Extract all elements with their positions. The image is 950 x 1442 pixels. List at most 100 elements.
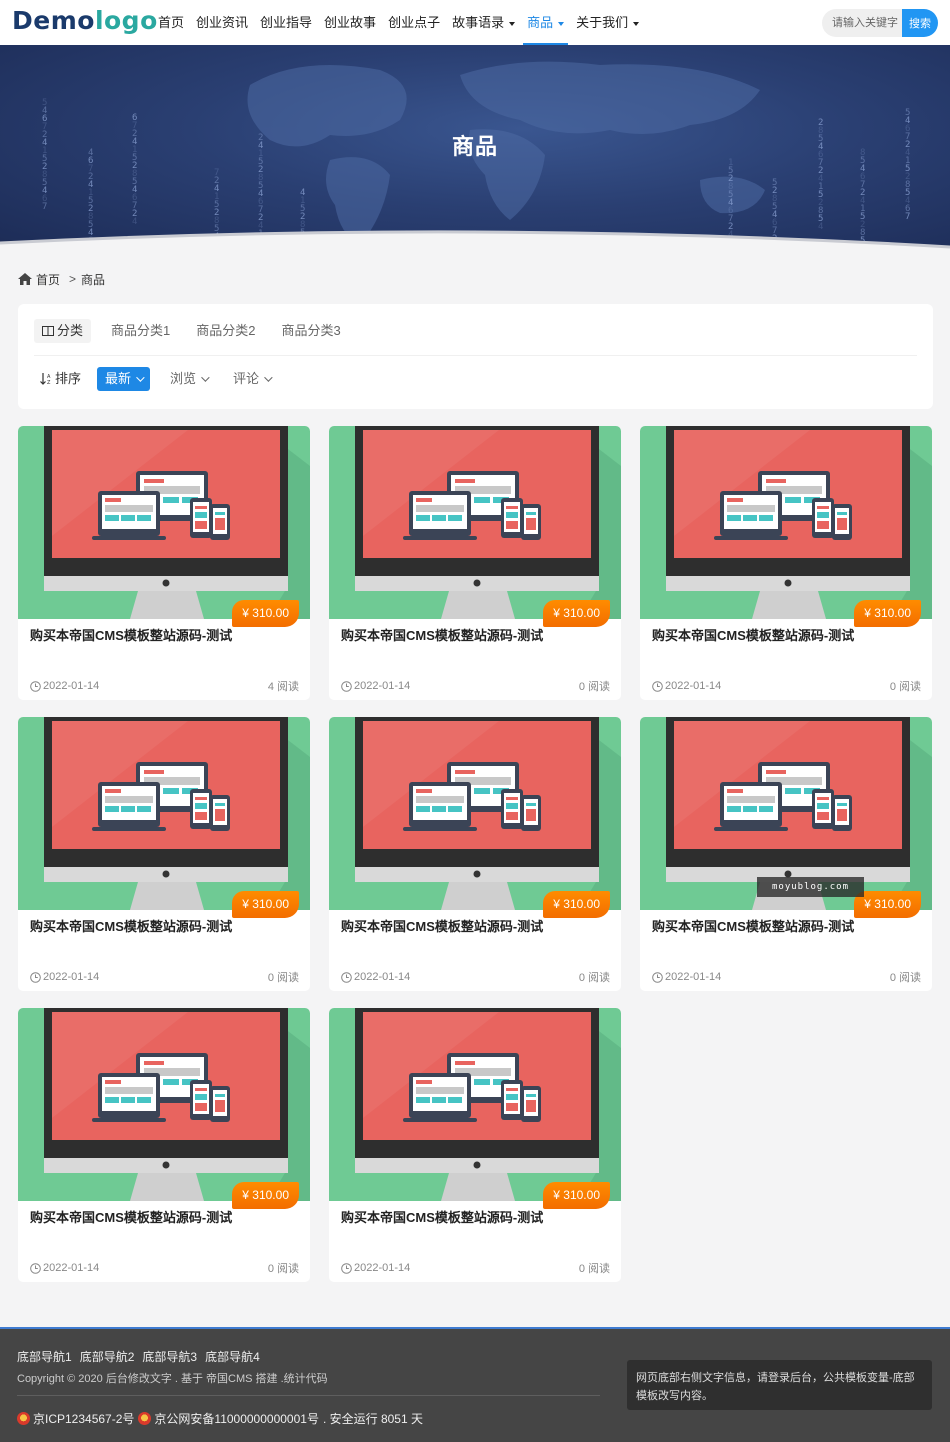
svg-text:Z: Z	[47, 380, 51, 385]
chevron-down-icon	[201, 373, 210, 382]
product-title[interactable]: 购买本帝国CMS模板整站源码-测试	[341, 1208, 571, 1227]
footer-nav-item-3[interactable]: 底部导航3	[142, 1348, 197, 1365]
search-button[interactable]: 搜索	[902, 9, 938, 37]
product-meta: 2022-01-14 4 阅读	[30, 678, 299, 694]
clock-icon	[30, 971, 41, 983]
page-title: 商品	[451, 134, 498, 159]
product-thumbnail	[329, 717, 621, 910]
footer-nav-item-1[interactable]: 底部导航1	[17, 1348, 72, 1365]
product-reads: 0 阅读	[578, 1263, 610, 1275]
product-card[interactable]: ¥ 310.00 购买本帝国CMS模板整站源码-测试 2022-01-14 0 阅读	[329, 717, 621, 991]
product-meta: 2022-01-14 0 阅读	[341, 969, 610, 985]
nav-item-5[interactable]: 创业点子	[382, 0, 446, 45]
footer-copyright: Copyright © 2020 后台修改文字 . 基于 帝国CMS 搭建 .统…	[17, 1373, 328, 1385]
sort-views-button[interactable]: 浏览	[164, 367, 213, 391]
breadcrumb-current: 商品	[81, 272, 106, 287]
filter-divider	[34, 355, 917, 356]
product-title[interactable]: 购买本帝国CMS模板整站源码-测试	[652, 917, 882, 936]
footer-side-note: 网页底部右侧文字信息，请登录后台，公共模板变量-底部模板改写内容。	[627, 1360, 932, 1410]
product-card[interactable]: ¥ 310.00 购买本帝国CMS模板整站源码-测试 2022-01-14 0 阅读 m…	[640, 717, 932, 991]
product-title[interactable]: 购买本帝国CMS模板整站源码-测试	[30, 626, 260, 645]
category-item-3[interactable]: 商品分类3	[275, 319, 346, 343]
watermark-badge: moyublog.com	[757, 877, 864, 897]
product-title[interactable]: 购买本帝国CMS模板整站源码-测试	[341, 626, 571, 645]
product-reads: 0 阅读	[578, 681, 610, 693]
price-badge: ¥ 310.00	[232, 891, 299, 918]
nav-item-8[interactable]: 关于我们	[570, 0, 645, 45]
product-title[interactable]: 购买本帝国CMS模板整站源码-测试	[341, 917, 571, 936]
clock-icon	[30, 680, 41, 692]
footer-icp: 京ICP1234567-2号 京公网安备11000000000001号 . 安全…	[17, 1410, 423, 1427]
emblem-icon	[17, 1412, 30, 1425]
nav-item-3[interactable]: 创业指导	[254, 0, 318, 45]
product-card[interactable]: ¥ 310.00 购买本帝国CMS模板整站源码-测试 2022-01-14 0 阅读	[18, 717, 310, 991]
footer-nav-item-2[interactable]: 底部导航2	[80, 1348, 135, 1365]
nav-item-4[interactable]: 创业故事	[318, 0, 382, 45]
filter-panel: 分类 商品分类1 商品分类2 商品分类3 A Z 排序 最新 浏览 评论	[18, 304, 933, 409]
product-date: 2022-01-14	[30, 969, 99, 985]
clock-icon	[652, 971, 663, 983]
product-meta: 2022-01-14 0 阅读	[30, 1260, 299, 1276]
caret-down-icon	[633, 21, 640, 26]
product-thumbnail	[18, 717, 310, 910]
product-reads: 0 阅读	[267, 972, 299, 984]
page-banner: 5467241528546746724152854672672415285467…	[0, 45, 950, 255]
product-title[interactable]: 购买本帝国CMS模板整站源码-测试	[652, 626, 882, 645]
product-date: 2022-01-14	[341, 969, 410, 985]
product-meta: 2022-01-14 0 阅读	[652, 969, 921, 985]
product-reads: 4 阅读	[267, 681, 299, 693]
breadcrumb: 首页 > 商品	[18, 270, 105, 288]
product-reads: 0 阅读	[578, 972, 610, 984]
category-item-1[interactable]: 商品分类1	[105, 319, 176, 343]
police-link[interactable]: 京公网安备11000000000001号	[154, 1410, 319, 1427]
price-badge: ¥ 310.00	[543, 891, 610, 918]
category-item-2[interactable]: 商品分类2	[190, 319, 261, 343]
nav-item-1[interactable]: 首页	[152, 0, 190, 45]
product-meta: 2022-01-14 0 阅读	[341, 1260, 610, 1276]
clock-icon	[341, 971, 352, 983]
product-date: 2022-01-14	[30, 678, 99, 694]
product-meta: 2022-01-14 0 阅读	[341, 678, 610, 694]
product-card[interactable]: ¥ 310.00 购买本帝国CMS模板整站源码-测试 2022-01-14 0 阅读	[329, 426, 621, 700]
search-input[interactable]	[822, 9, 902, 37]
chevron-down-icon	[264, 373, 273, 382]
price-badge: ¥ 310.00	[232, 600, 299, 627]
nav-item-7[interactable]: 商品	[521, 0, 570, 45]
clock-icon	[30, 1262, 41, 1274]
product-date: 2022-01-14	[341, 678, 410, 694]
product-card[interactable]: ¥ 310.00 购买本帝国CMS模板整站源码-测试 2022-01-14 4 阅读	[18, 426, 310, 700]
product-card[interactable]: ¥ 310.00 购买本帝国CMS模板整站源码-测试 2022-01-14 0 阅读	[18, 1008, 310, 1282]
caret-down-icon	[558, 21, 565, 26]
caret-down-icon	[509, 21, 516, 26]
product-reads: 0 阅读	[889, 681, 921, 693]
product-title[interactable]: 购买本帝国CMS模板整站源码-测试	[30, 917, 260, 936]
icp-link[interactable]: 京ICP1234567-2号	[33, 1410, 134, 1427]
product-title[interactable]: 购买本帝国CMS模板整站源码-测试	[30, 1208, 260, 1227]
site-footer: 底部导航1 底部导航2 底部导航3 底部导航4 Copyright © 2020 后台…	[0, 1327, 950, 1442]
search-box: 搜索	[822, 9, 938, 37]
product-date: 2022-01-14	[30, 1260, 99, 1276]
product-card[interactable]: ¥ 310.00 购买本帝国CMS模板整站源码-测试 2022-01-14 0 阅读	[329, 1008, 621, 1282]
footer-nav-item-4[interactable]: 底部导航4	[205, 1348, 260, 1365]
product-reads: 0 阅读	[267, 1263, 299, 1275]
product-card[interactable]: ¥ 310.00 购买本帝国CMS模板整站源码-测试 2022-01-14 0 阅读	[640, 426, 932, 700]
uptime-text: . 安全运行 8051 天	[322, 1412, 423, 1426]
grid-icon	[42, 326, 54, 336]
product-meta: 2022-01-14 0 阅读	[30, 969, 299, 985]
nav-item-6[interactable]: 故事语录	[446, 0, 521, 45]
breadcrumb-separator: >	[69, 272, 77, 286]
product-thumbnail	[640, 426, 932, 619]
clock-icon	[652, 680, 663, 692]
price-badge: ¥ 310.00	[854, 600, 921, 627]
product-thumbnail	[329, 426, 621, 619]
site-header: Demologo 首页创业资讯创业指导创业故事创业点子故事语录商品关于我们 搜索	[0, 0, 950, 45]
sort-latest-button[interactable]: 最新	[97, 367, 151, 391]
main-nav: 首页 创业资讯 创业指导 创业故事 创业点子 故事语录 商品 关于我们	[152, 0, 645, 45]
nav-item-2[interactable]: 创业资讯	[190, 0, 254, 45]
sort-comments-button[interactable]: 评论	[227, 367, 276, 391]
banner-digit: 7	[42, 202, 47, 212]
site-logo[interactable]: Demologo	[12, 6, 158, 35]
breadcrumb-home[interactable]: 首页	[36, 271, 60, 288]
sort-row: A Z 排序 最新 浏览 评论	[34, 367, 276, 391]
home-icon	[18, 273, 32, 285]
